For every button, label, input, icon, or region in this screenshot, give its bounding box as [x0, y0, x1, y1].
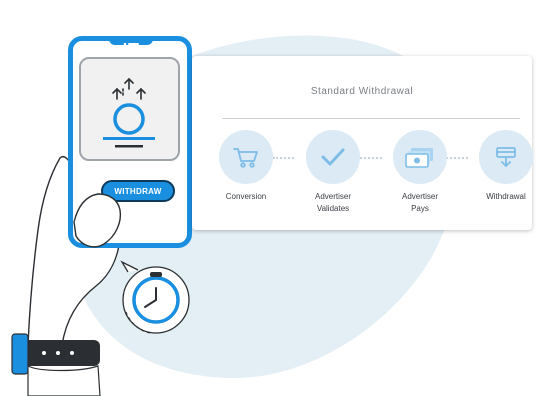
step-label: Advertiser Validates	[314, 192, 351, 213]
step-conversion: Conversion	[206, 130, 286, 203]
step-circle	[219, 130, 273, 184]
card-divider	[222, 118, 520, 119]
withdrawal-card: Standard Withdrawal Conversion Advertise…	[192, 56, 533, 230]
step-advertiser-pays: Advertiser Pays	[380, 130, 460, 215]
step-circle	[393, 130, 447, 184]
cash-icon	[405, 148, 433, 168]
step-label: Withdrawal	[486, 192, 526, 201]
withdrawal-icon	[496, 147, 516, 167]
illustration: WITHDRAW Standard Withdrawal Conversion …	[0, 0, 549, 396]
shopping-cart-icon	[233, 148, 258, 168]
step-circle	[479, 130, 533, 184]
step-advertiser-validates: Advertiser Validates	[293, 130, 373, 215]
step-label: Advertiser Pays	[401, 192, 438, 213]
checkmark-icon	[321, 148, 345, 166]
step-circle	[306, 130, 360, 184]
card-title: Standard Withdrawal	[310, 86, 414, 97]
step-withdrawal: Withdrawal	[466, 130, 546, 203]
step-label: Conversion	[225, 192, 267, 201]
